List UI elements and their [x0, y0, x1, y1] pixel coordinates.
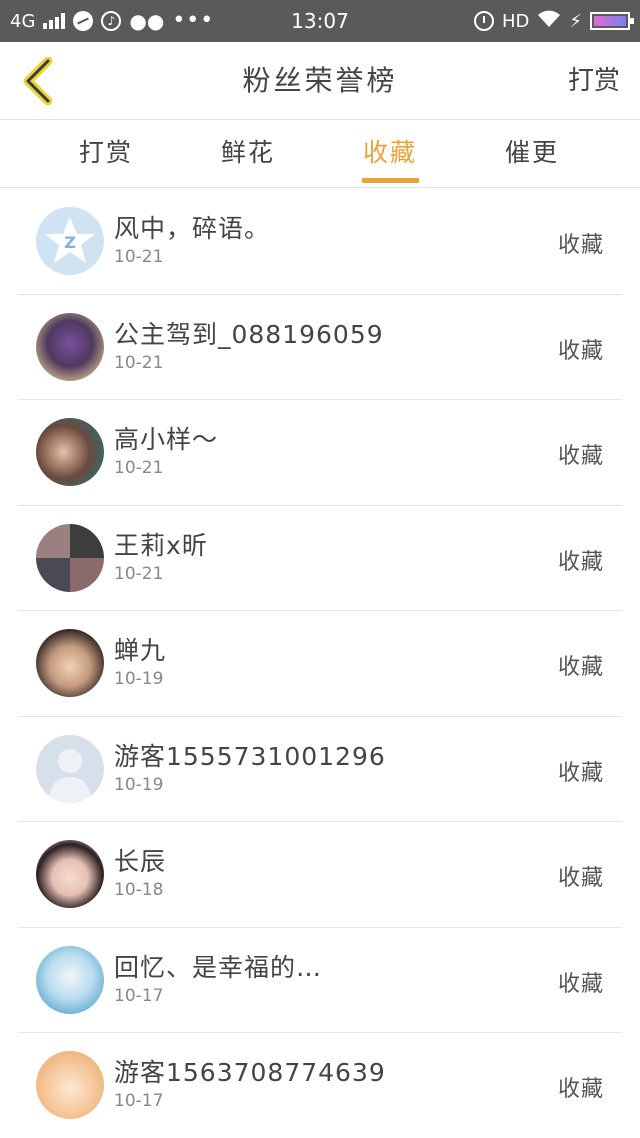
- fan-list: Z 风中，碎语。 10-21 收藏 公主驾到_088196059 10-21 收…: [0, 189, 640, 1138]
- tab-flowers[interactable]: 鲜花: [178, 120, 318, 188]
- wifi-icon: [537, 10, 561, 33]
- tab-urge[interactable]: 催更: [462, 120, 602, 188]
- user-name: 高小样～: [114, 425, 219, 454]
- date: 10-18: [114, 880, 164, 900]
- user-name: 王莉x昕: [114, 530, 208, 560]
- date: 10-19: [114, 669, 164, 689]
- list-item[interactable]: 蝉九 10-19 收藏: [18, 611, 622, 717]
- user-name: 游客1555731001296: [114, 741, 386, 771]
- action-label: 收藏: [557, 1077, 604, 1102]
- page-title: 粉丝荣誉榜: [242, 64, 398, 97]
- avatar: [36, 418, 104, 486]
- list-item[interactable]: 公主驾到_088196059 10-21 收藏: [18, 295, 622, 400]
- action-label: 收藏: [557, 866, 604, 891]
- date: 10-21: [114, 247, 164, 267]
- date: 10-21: [114, 563, 164, 584]
- action-label: 收藏: [557, 338, 604, 364]
- action-label: 收藏: [557, 971, 604, 997]
- battery-icon: [590, 12, 634, 30]
- list-item[interactable]: Z 风中，碎语。 10-21 收藏: [18, 189, 622, 295]
- user-name: 长辰: [114, 847, 167, 876]
- avatar: [36, 840, 104, 908]
- date: 10-17: [114, 985, 164, 1006]
- list-item[interactable]: 长辰 10-18 收藏: [18, 822, 622, 928]
- list-item[interactable]: 高小样～ 10-21 收藏: [18, 400, 622, 506]
- list-item[interactable]: 回忆、是幸福的… 10-17 收藏: [18, 928, 622, 1033]
- avatar: [36, 945, 104, 1014]
- list-item[interactable]: 游客1555731001296 10-19 收藏: [18, 717, 622, 822]
- avatar: Z: [36, 207, 104, 275]
- action-label: 收藏: [557, 233, 604, 258]
- action-label: 收藏: [557, 444, 604, 469]
- back-button[interactable]: [10, 52, 66, 110]
- action-label: 收藏: [557, 655, 604, 680]
- list-item[interactable]: 游客1563708774639 10-17 收藏: [18, 1033, 622, 1138]
- status-bar-right: HD ⚡: [473, 0, 634, 42]
- user-name: 蝉九: [114, 636, 167, 665]
- avatar: [36, 734, 104, 803]
- charging-icon: ⚡: [569, 10, 582, 32]
- hd-indicator: HD: [501, 10, 530, 32]
- date: 10-17: [114, 1091, 164, 1111]
- date: 10-21: [114, 352, 164, 373]
- user-name: 回忆、是幸福的…: [114, 952, 323, 982]
- user-name: 公主驾到_088196059: [114, 319, 384, 349]
- avatar: [36, 1051, 104, 1119]
- status-bar: 4G ♪ ●● ••• 13:07 HD ⚡: [0, 0, 640, 42]
- user-name: 风中，碎语。: [114, 214, 271, 243]
- tab-bar: 打赏 鲜花 收藏 催更: [0, 120, 640, 188]
- active-tab-indicator: [362, 178, 419, 183]
- date: 10-21: [114, 458, 164, 478]
- tab-reward[interactable]: 打赏: [36, 120, 176, 188]
- avatar: [36, 629, 104, 697]
- date: 10-19: [114, 774, 164, 795]
- svg-text:Z: Z: [64, 233, 76, 252]
- action-label: 收藏: [557, 760, 604, 786]
- avatar: [36, 523, 104, 592]
- alarm-icon: [473, 11, 494, 31]
- chevron-left-icon: [23, 57, 53, 105]
- action-label: 收藏: [557, 549, 604, 575]
- avatar: [36, 312, 104, 381]
- user-name: 游客1563708774639: [114, 1058, 386, 1087]
- header-bar: 粉丝荣誉榜 打赏: [0, 42, 640, 120]
- list-item[interactable]: 王莉x昕 10-21 收藏: [18, 506, 622, 611]
- reward-button[interactable]: 打赏: [568, 42, 620, 120]
